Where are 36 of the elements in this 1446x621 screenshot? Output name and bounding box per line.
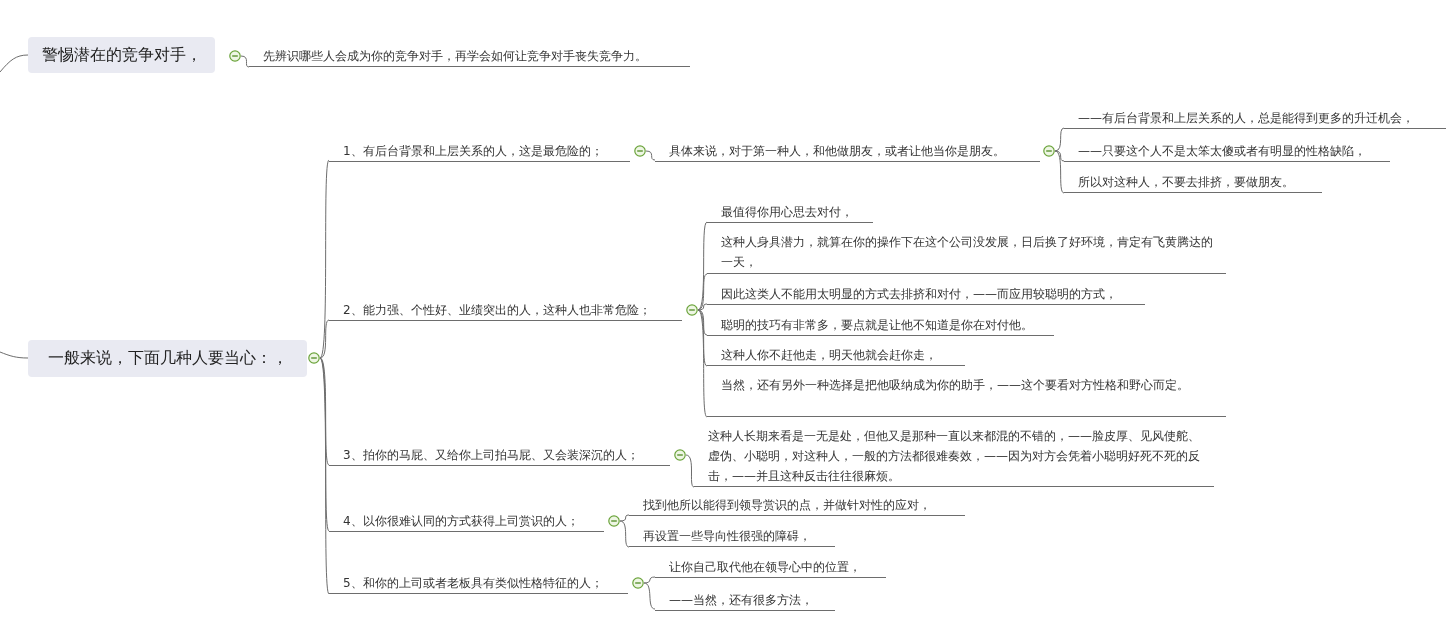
- branch-text[interactable]: 1、有后台背景和上层关系的人，这是最危险的；: [329, 141, 630, 162]
- branch-text[interactable]: 最值得你用心思去对付，: [707, 202, 873, 223]
- branch-text[interactable]: 再设置一些导向性很强的障碍，: [629, 526, 835, 547]
- connector-line: [0, 351, 29, 359]
- topic-node[interactable]: 警惕潜在的竞争对手，: [28, 37, 215, 73]
- branch-text[interactable]: 找到他所以能得到领导赏识的点，并做针对性的应对，: [629, 495, 965, 516]
- branch-text[interactable]: ——只要这个人不是太笨太傻或者有明显的性格缺陷，: [1064, 141, 1390, 162]
- branch-text[interactable]: 当然，还有另外一种选择是把他吸纳成为你的助手，——这个要看对方性格和野心而定。: [707, 375, 1226, 417]
- connector-line: [685, 454, 695, 488]
- branch-text[interactable]: 5、和你的上司或者老板具有类似性格特征的人；: [329, 573, 628, 594]
- collapse-toggle[interactable]: [608, 515, 620, 527]
- branch-text[interactable]: 聪明的技巧有非常多，要点就是让他不知道是你在对付他。: [707, 315, 1054, 336]
- connector-line: [0, 54, 29, 73]
- branch-text[interactable]: 具体来说，对于第一种人，和他做朋友，或者让他当你是朋友。: [655, 141, 1040, 162]
- branch-text[interactable]: 先辨识哪些人会成为你的竞争对手，再学会如何让竞争对手丧失竞争力。: [249, 46, 690, 67]
- collapse-toggle[interactable]: [632, 577, 644, 589]
- collapse-toggle[interactable]: [634, 145, 646, 157]
- branch-text[interactable]: 因此这类人不能用太明显的方式去排挤和对付，——而应用较聪明的方式，: [707, 284, 1145, 305]
- connector-line: [645, 150, 656, 161]
- branch-text[interactable]: 这种人你不赶他走，明天他就会赶你走，: [707, 345, 965, 366]
- branch-text[interactable]: 让你自己取代他在领导心中的位置，: [655, 557, 886, 578]
- collapse-toggle[interactable]: [686, 304, 698, 316]
- collapse-toggle[interactable]: [229, 50, 241, 62]
- branch-text[interactable]: 这种人长期来看是一无是处，但他又是那种一直以来都混的不错的，——脸皮厚、见风使舵、虚伪、小聪明，对这种人，一般的方法都很难奏效，——因为对方会凭着小聪明好死不死的反击，——并且这种反击往往很麻烦。: [694, 426, 1214, 487]
- collapse-toggle[interactable]: [1043, 145, 1055, 157]
- branch-text[interactable]: ——有后台背景和上层关系的人，总是能得到更多的升迁机会，: [1064, 108, 1446, 129]
- branch-text[interactable]: 这种人身具潜力，就算在你的操作下在这个公司没发展，日后换了好环境，肯定有飞黄腾达的一天，: [707, 232, 1226, 274]
- collapse-toggle[interactable]: [308, 352, 320, 364]
- branch-text[interactable]: 2、能力强、个性好、业绩突出的人，这种人也非常危险；: [329, 300, 682, 321]
- branch-text[interactable]: 所以对这种人，不要去排挤，要做朋友。: [1064, 172, 1322, 193]
- topic-node[interactable]: 一般来说，下面几种人要当心：，: [28, 340, 307, 377]
- branch-text[interactable]: 4、以你很难认同的方式获得上司赏识的人；: [329, 511, 604, 532]
- branch-text[interactable]: ——当然，还有很多方法，: [655, 590, 835, 611]
- branch-text[interactable]: 3、拍你的马屁、又给你上司拍马屁、又会装深沉的人；: [329, 445, 670, 466]
- collapse-toggle[interactable]: [674, 449, 686, 461]
- connector-line: [240, 55, 250, 68]
